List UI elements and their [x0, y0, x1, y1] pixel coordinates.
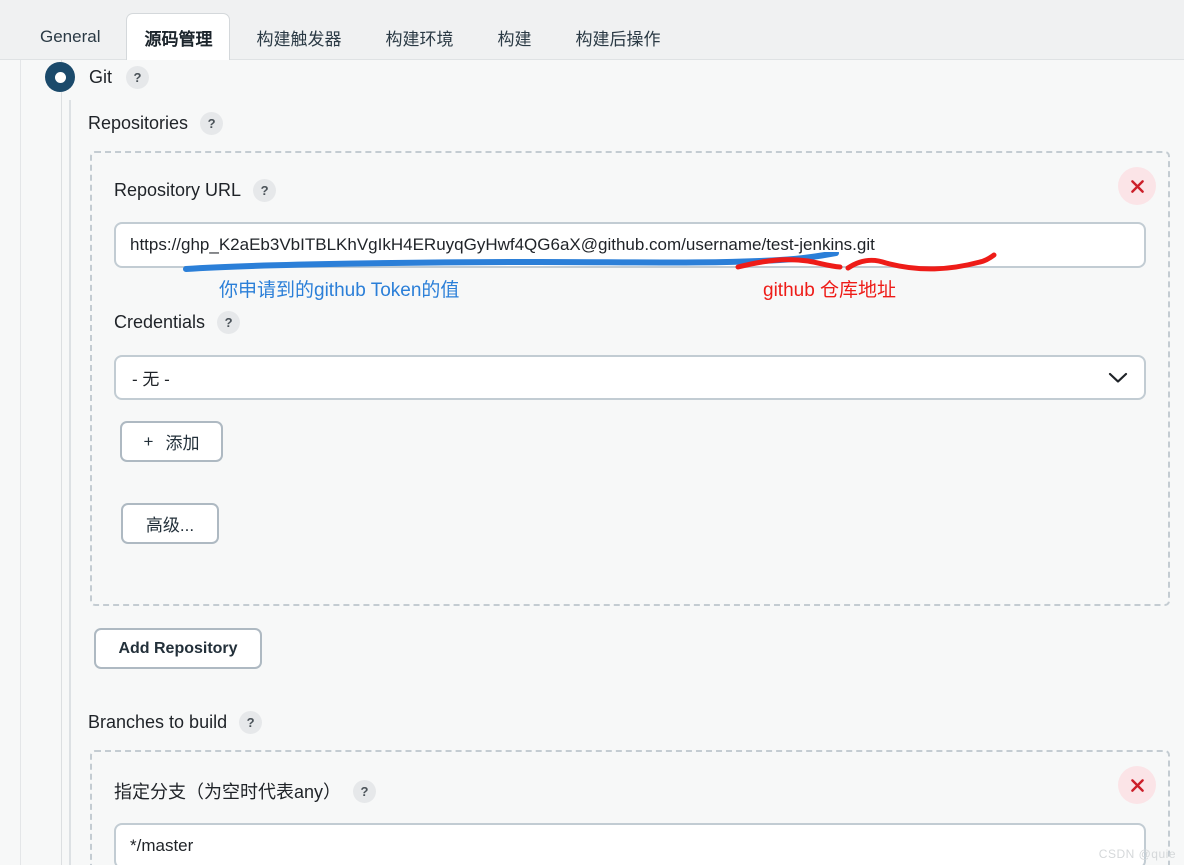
scm-git-option-row: Git ?: [45, 62, 150, 92]
close-icon: [1130, 179, 1144, 193]
chevron-down-icon: [1108, 372, 1128, 383]
form-left-divider: [61, 60, 62, 865]
help-icon[interactable]: ?: [353, 779, 377, 803]
git-radio-label: Git: [89, 66, 113, 87]
branches-section-header: Branches to build ?: [88, 711, 263, 734]
repository-url-value: https://ghp_K2aEb3VbITBLKhVgIkH4ERuyqGyH…: [130, 235, 875, 254]
repository-url-input[interactable]: https://ghp_K2aEb3VbITBLKhVgIkH4ERuyqGyH…: [114, 222, 1146, 268]
repository-url-label-row: Repository URL ?: [114, 179, 277, 202]
tab-label: 构建触发器: [256, 29, 342, 49]
tab-label: 构建环境: [385, 29, 454, 49]
branch-specifier-value: */master: [130, 836, 194, 855]
tab-build-triggers[interactable]: 构建触发器: [238, 13, 359, 60]
tab-build-environment[interactable]: 构建环境: [367, 13, 471, 60]
help-icon[interactable]: ?: [253, 179, 277, 202]
credentials-label: Credentials: [114, 312, 206, 332]
repository-url-label: Repository URL: [114, 180, 242, 200]
add-credentials-button[interactable]: + 添加: [120, 421, 223, 462]
config-tab-bar: General 源码管理 构建触发器 构建环境 构建 构建后操作: [0, 0, 1184, 60]
tab-label: General: [40, 27, 101, 46]
add-repository-label: Add Repository: [118, 639, 238, 657]
credentials-select[interactable]: - 无 -: [114, 355, 1146, 400]
help-icon[interactable]: ?: [200, 112, 224, 135]
branch-specifier-input[interactable]: */master: [114, 823, 1146, 865]
help-icon[interactable]: ?: [239, 711, 263, 734]
advanced-label: 高级...: [145, 516, 195, 535]
branch-specifier-label-row: 指定分支（为空时代表any） ?: [114, 778, 377, 804]
git-radio[interactable]: [45, 62, 75, 92]
close-icon: [1130, 778, 1144, 792]
radio-dot-icon: [54, 71, 66, 83]
advanced-button[interactable]: 高级...: [121, 503, 219, 544]
tab-general[interactable]: General: [22, 13, 118, 60]
credentials-label-row: Credentials ?: [114, 311, 241, 334]
repositories-label: Repositories: [88, 113, 189, 133]
scm-section-rail: [69, 100, 71, 865]
page-left-divider: [20, 60, 21, 865]
credentials-selected-value: - 无 -: [132, 370, 170, 389]
repositories-section-header: Repositories ?: [88, 112, 224, 135]
tab-source-code-management[interactable]: 源码管理: [126, 13, 231, 60]
tab-build[interactable]: 构建: [479, 13, 549, 60]
add-credentials-label: 添加: [165, 434, 200, 453]
help-icon[interactable]: ?: [126, 65, 150, 89]
jenkins-scm-config-page: General 源码管理 构建触发器 构建环境 构建 构建后操作 Git ? R…: [0, 0, 1184, 865]
tab-label: 构建: [497, 29, 532, 49]
delete-branch-button[interactable]: [1118, 766, 1156, 804]
tab-post-build-actions[interactable]: 构建后操作: [557, 13, 678, 60]
tab-label: 源码管理: [144, 29, 213, 49]
tab-label: 构建后操作: [575, 29, 661, 49]
help-icon[interactable]: ?: [217, 311, 241, 334]
branches-label: Branches to build: [88, 712, 228, 732]
delete-repository-button[interactable]: [1118, 167, 1156, 205]
plus-icon: +: [143, 431, 154, 451]
branch-specifier-label: 指定分支（为空时代表any）: [114, 782, 342, 802]
add-repository-button[interactable]: Add Repository: [94, 628, 262, 669]
